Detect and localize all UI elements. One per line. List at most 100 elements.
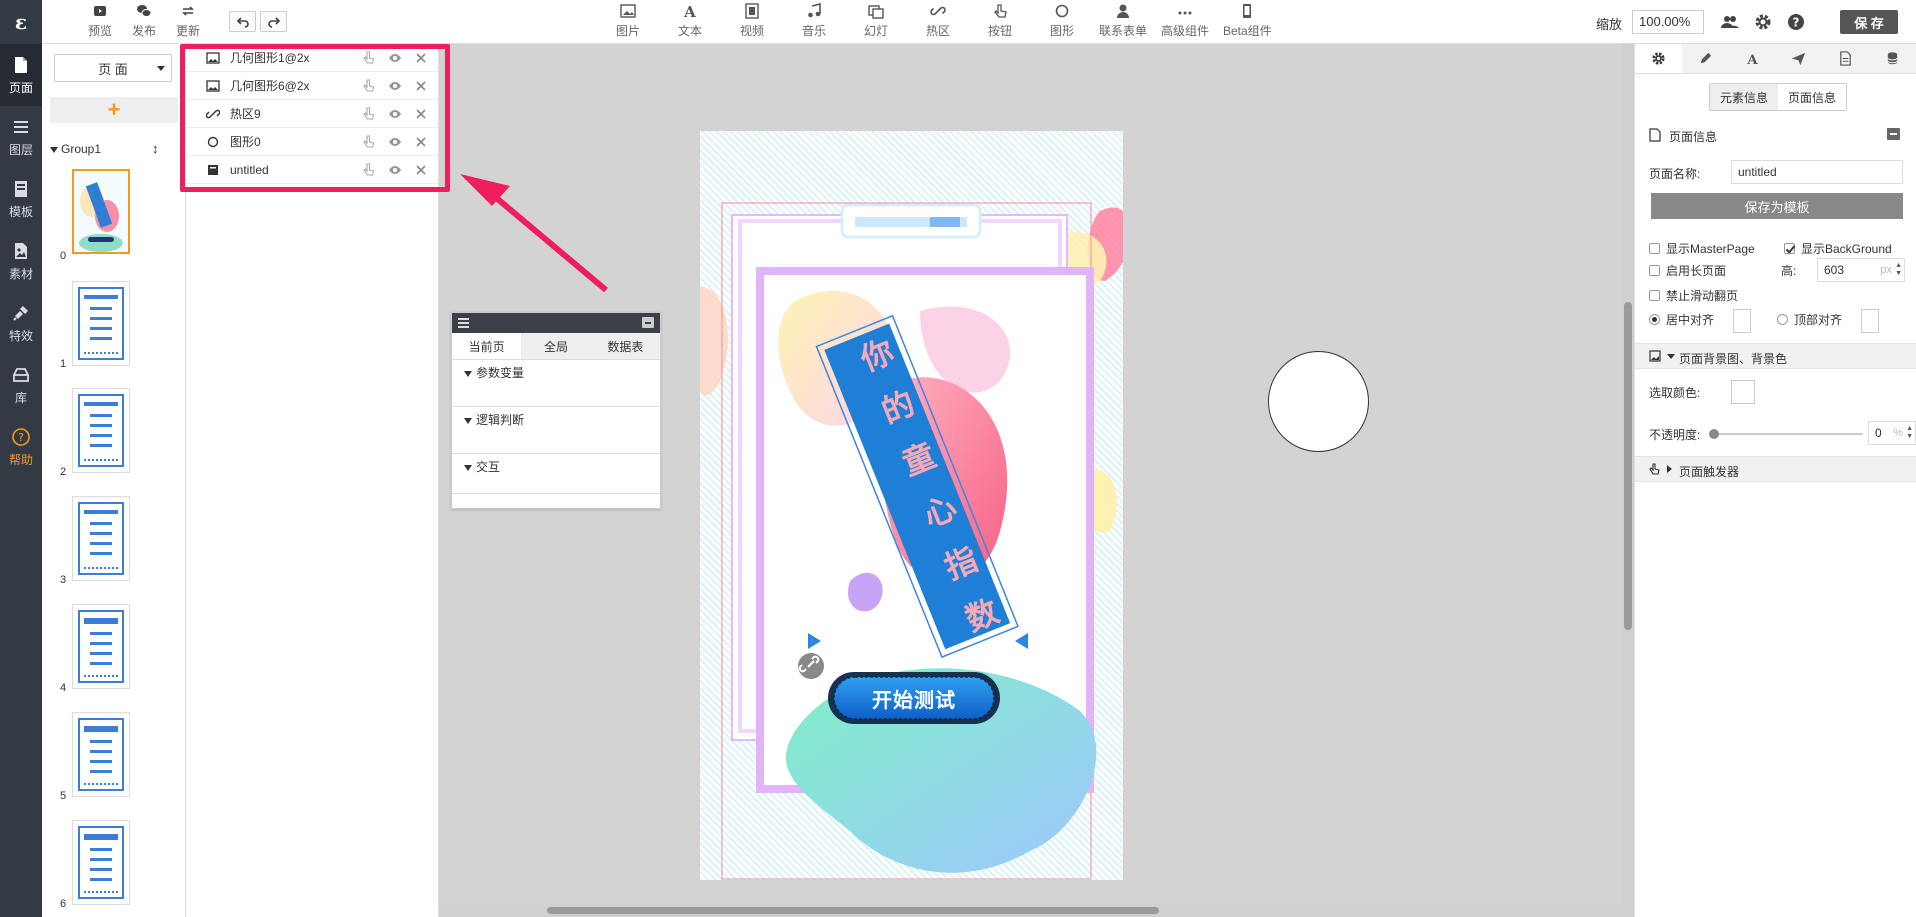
hand-pointer-icon[interactable] bbox=[362, 51, 376, 65]
eye-icon[interactable] bbox=[388, 135, 402, 149]
checkbox[interactable] bbox=[1649, 290, 1660, 301]
layer-row[interactable]: untitled bbox=[186, 156, 438, 184]
layer-row[interactable]: 热区9 bbox=[186, 100, 438, 128]
tab-settings[interactable] bbox=[1635, 44, 1682, 73]
tab-text[interactable]: A bbox=[1729, 44, 1776, 73]
panel-header[interactable] bbox=[452, 313, 660, 333]
group-header[interactable]: Group1 bbox=[50, 142, 101, 156]
tab-database[interactable] bbox=[1869, 44, 1916, 73]
page-thumb-1[interactable] bbox=[72, 281, 130, 366]
close-icon[interactable] bbox=[414, 107, 428, 121]
close-icon[interactable] bbox=[414, 79, 428, 93]
element-info-tab[interactable]: 元素信息 bbox=[1710, 84, 1778, 110]
section-interaction[interactable]: 交互 bbox=[452, 454, 660, 494]
long-page-option[interactable]: 启用长页面 bbox=[1649, 262, 1726, 279]
page-thumb-2[interactable] bbox=[72, 388, 130, 473]
insert-button-button[interactable]: 按钮 bbox=[988, 3, 1012, 39]
hand-pointer-icon[interactable] bbox=[362, 135, 376, 149]
radio-checked[interactable] bbox=[1649, 314, 1660, 325]
collapse-icon[interactable] bbox=[1887, 128, 1900, 140]
trigger-section-header[interactable]: 页面触发器 bbox=[1635, 456, 1916, 482]
top-align-swatch[interactable] bbox=[1861, 309, 1879, 333]
insert-slideshow-button[interactable]: 幻灯 bbox=[864, 3, 888, 39]
no-swipe-option[interactable]: 禁止滑动翻页 bbox=[1649, 287, 1738, 304]
beta-components-button[interactable]: Beta组件 bbox=[1223, 3, 1272, 39]
tab-document[interactable] bbox=[1822, 44, 1869, 73]
circle-shape[interactable] bbox=[1268, 351, 1369, 452]
update-button[interactable]: 更新 bbox=[176, 3, 200, 39]
insert-shape-button[interactable]: 图形 bbox=[1050, 3, 1074, 39]
tab-animation[interactable] bbox=[1775, 44, 1822, 73]
close-icon[interactable] bbox=[414, 51, 428, 65]
advanced-components-button[interactable]: 高级组件 bbox=[1161, 3, 1209, 39]
save-button[interactable]: 保 存 bbox=[1840, 10, 1898, 34]
layer-row[interactable]: 图形0 bbox=[186, 128, 438, 156]
phone-page-preview[interactable]: 你 的 童 心 指 数 开始测试 bbox=[700, 131, 1123, 880]
gear-icon[interactable] bbox=[1753, 12, 1773, 32]
top-align-option[interactable]: 顶部对齐 bbox=[1777, 311, 1842, 328]
layer-row[interactable]: 几何图形1@2x bbox=[186, 44, 438, 72]
insert-text-button[interactable]: A 文本 bbox=[678, 3, 702, 39]
background-section-header[interactable]: 页面背景图、背景色 bbox=[1635, 343, 1916, 369]
height-input[interactable]: 603 px ▲ ▼ bbox=[1817, 258, 1905, 282]
eye-icon[interactable] bbox=[388, 107, 402, 121]
hand-pointer-icon[interactable] bbox=[362, 79, 376, 93]
preview-button[interactable]: 预览 bbox=[88, 3, 112, 39]
redo-button[interactable] bbox=[260, 11, 287, 32]
page-name-input[interactable]: untitled bbox=[1731, 160, 1903, 184]
show-masterpage-option[interactable]: 显示MasterPage bbox=[1649, 240, 1755, 257]
page-type-select[interactable]: 页 面 bbox=[54, 54, 172, 82]
tab-current-page[interactable]: 当前页 bbox=[452, 333, 522, 359]
center-align-swatch[interactable] bbox=[1733, 309, 1751, 333]
opacity-input[interactable]: 0 % ▲ ▼ bbox=[1868, 421, 1916, 445]
tab-datatable[interactable]: 数据表 bbox=[591, 333, 660, 359]
page-thumb-4[interactable] bbox=[72, 604, 130, 689]
page-info-tab[interactable]: 页面信息 bbox=[1778, 84, 1846, 110]
insert-hotspot-button[interactable]: 热区 bbox=[926, 3, 950, 39]
insert-music-button[interactable]: 音乐 bbox=[802, 3, 826, 39]
section-logic[interactable]: 逻辑判断 bbox=[452, 407, 660, 454]
spinner-arrows-icon[interactable]: ▲ ▼ bbox=[1895, 262, 1902, 278]
sort-icon[interactable]: ↕ bbox=[152, 141, 159, 156]
add-page-button[interactable]: + bbox=[50, 97, 178, 123]
hand-pointer-icon[interactable] bbox=[362, 163, 376, 177]
publish-button[interactable]: 发布 bbox=[132, 3, 156, 39]
rail-item-effects[interactable]: 特效 bbox=[0, 292, 42, 354]
close-icon[interactable] bbox=[414, 163, 428, 177]
page-thumb-5[interactable] bbox=[72, 712, 130, 797]
hand-pointer-icon[interactable] bbox=[362, 107, 376, 121]
section-variables[interactable]: 参数变量 bbox=[452, 360, 660, 407]
rail-item-assets[interactable]: 素材 bbox=[0, 230, 42, 292]
center-align-option[interactable]: 居中对齐 bbox=[1649, 311, 1714, 328]
close-icon[interactable] bbox=[414, 135, 428, 149]
horizontal-scrollbar[interactable] bbox=[439, 904, 1622, 917]
show-background-option[interactable]: 显示BackGround bbox=[1784, 240, 1892, 257]
slider-knob[interactable] bbox=[1709, 429, 1719, 439]
scroll-thumb[interactable] bbox=[547, 907, 1159, 914]
page-thumb-6[interactable] bbox=[72, 820, 130, 905]
eye-icon[interactable] bbox=[388, 79, 402, 93]
rail-item-layers[interactable]: 图层 bbox=[0, 106, 42, 168]
color-picker-swatch[interactable] bbox=[1731, 380, 1755, 404]
checkbox[interactable] bbox=[1649, 265, 1660, 276]
vertical-scrollbar[interactable] bbox=[1622, 44, 1634, 917]
rail-item-pages[interactable]: 页面 bbox=[0, 44, 42, 106]
help-icon[interactable]: ? bbox=[1786, 12, 1806, 32]
undo-button[interactable] bbox=[229, 11, 256, 32]
insert-video-button[interactable]: 视频 bbox=[740, 3, 764, 39]
eye-icon[interactable] bbox=[388, 51, 402, 65]
insert-form-button[interactable]: 联系表单 bbox=[1099, 3, 1147, 39]
save-template-button[interactable]: 保存为模板 bbox=[1651, 193, 1903, 219]
minimize-icon[interactable] bbox=[642, 317, 654, 328]
zoom-input[interactable]: 100.00% bbox=[1632, 10, 1704, 34]
page-thumb-3[interactable] bbox=[72, 496, 130, 581]
scroll-thumb[interactable] bbox=[1624, 302, 1632, 630]
opacity-slider[interactable] bbox=[1709, 429, 1863, 439]
insert-image-button[interactable]: 图片 bbox=[616, 3, 640, 39]
rail-item-templates[interactable]: 模板 bbox=[0, 168, 42, 230]
start-test-button[interactable]: 开始测试 bbox=[834, 677, 994, 719]
rail-item-library[interactable]: 库 bbox=[0, 354, 42, 416]
users-icon[interactable] bbox=[1720, 12, 1740, 32]
layer-row[interactable]: 几何图形6@2x bbox=[186, 72, 438, 100]
tab-edit[interactable] bbox=[1682, 44, 1729, 73]
